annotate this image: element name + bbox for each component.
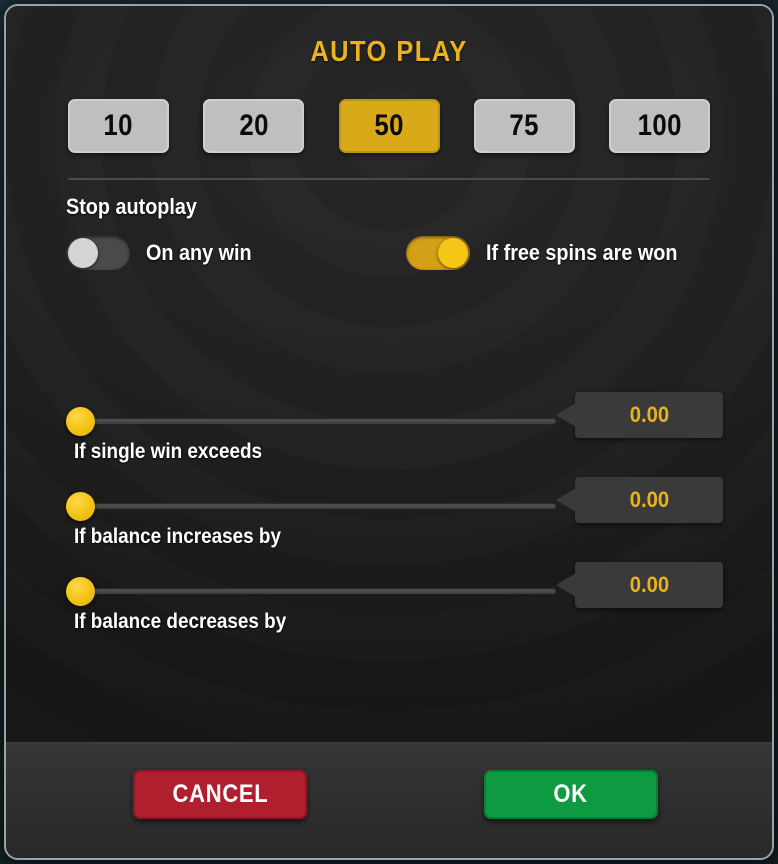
cancel-button-label: CANCEL (172, 780, 268, 808)
section-divider (68, 178, 710, 180)
toggle-row-free-spins: If free spins are won (406, 236, 699, 270)
toggle-knob-icon (438, 238, 468, 268)
slider-track[interactable] (88, 588, 556, 594)
cancel-button[interactable]: CANCEL (133, 770, 307, 819)
preset-label: 50 (374, 109, 404, 142)
preset-label: 10 (103, 109, 134, 142)
value-field-balance-decreases-by[interactable]: 0.00 (575, 562, 723, 608)
slider-handle-icon[interactable] (66, 577, 95, 606)
slider-balance-decreases-by[interactable] (66, 575, 556, 607)
preset-button-20[interactable]: 20 (203, 99, 305, 153)
preset-label: 100 (637, 109, 682, 142)
preset-button-50[interactable]: 50 (338, 99, 440, 153)
value-text: 0.00 (629, 572, 669, 597)
dialog-footer: CANCEL OK (6, 742, 772, 858)
ok-button-label: OK (553, 780, 589, 808)
slider-track[interactable] (88, 503, 556, 509)
preset-label: 20 (238, 109, 269, 142)
preset-button-10[interactable]: 10 (68, 99, 169, 153)
toggle-label-free-spins: If free spins are won (486, 240, 678, 265)
slider-group-balance-increase: 0.00 If balance increases by (6, 477, 772, 562)
ok-button[interactable]: OK (484, 770, 658, 819)
slider-handle-icon[interactable] (66, 492, 95, 521)
preset-button-75[interactable]: 75 (473, 99, 575, 153)
slider-label-single-win-exceeds: If single win exceeds (74, 440, 263, 463)
value-text: 0.00 (629, 402, 669, 427)
limit-sliders-group: 0.00 If single win exceeds 0.00 If balan… (6, 392, 772, 647)
slider-handle-icon[interactable] (66, 407, 95, 436)
preset-spin-count-group: 10 20 50 75 100 (68, 99, 710, 153)
auto-play-dialog: AUTO PLAY 10 20 50 75 100 Stop autoplay … (4, 4, 774, 860)
toggle-knob-icon (68, 238, 98, 268)
value-text: 0.00 (629, 487, 669, 512)
preset-button-100[interactable]: 100 (609, 99, 710, 153)
slider-group-balance-decrease: 0.00 If balance decreases by (6, 562, 772, 647)
value-field-single-win-exceeds[interactable]: 0.00 (575, 392, 723, 438)
slider-single-win-exceeds[interactable] (66, 405, 556, 437)
stop-autoplay-heading: Stop autoplay (66, 194, 197, 219)
page-title: AUTO PLAY (310, 36, 468, 68)
toggle-if-free-spins-are-won[interactable] (406, 236, 470, 270)
slider-group-single-win: 0.00 If single win exceeds (6, 392, 772, 477)
slider-balance-increases-by[interactable] (66, 490, 556, 522)
toggle-on-any-win[interactable] (66, 236, 130, 270)
slider-label-balance-increases-by: If balance increases by (74, 525, 281, 548)
slider-track[interactable] (88, 418, 556, 424)
toggle-label-on-any-win: On any win (146, 240, 252, 265)
toggle-row-on-any-win: On any win (66, 236, 263, 270)
dialog-body: AUTO PLAY 10 20 50 75 100 Stop autoplay … (6, 6, 772, 742)
preset-label: 75 (509, 109, 540, 142)
slider-label-balance-decreases-by: If balance decreases by (74, 610, 287, 633)
value-field-balance-increases-by[interactable]: 0.00 (575, 477, 723, 523)
